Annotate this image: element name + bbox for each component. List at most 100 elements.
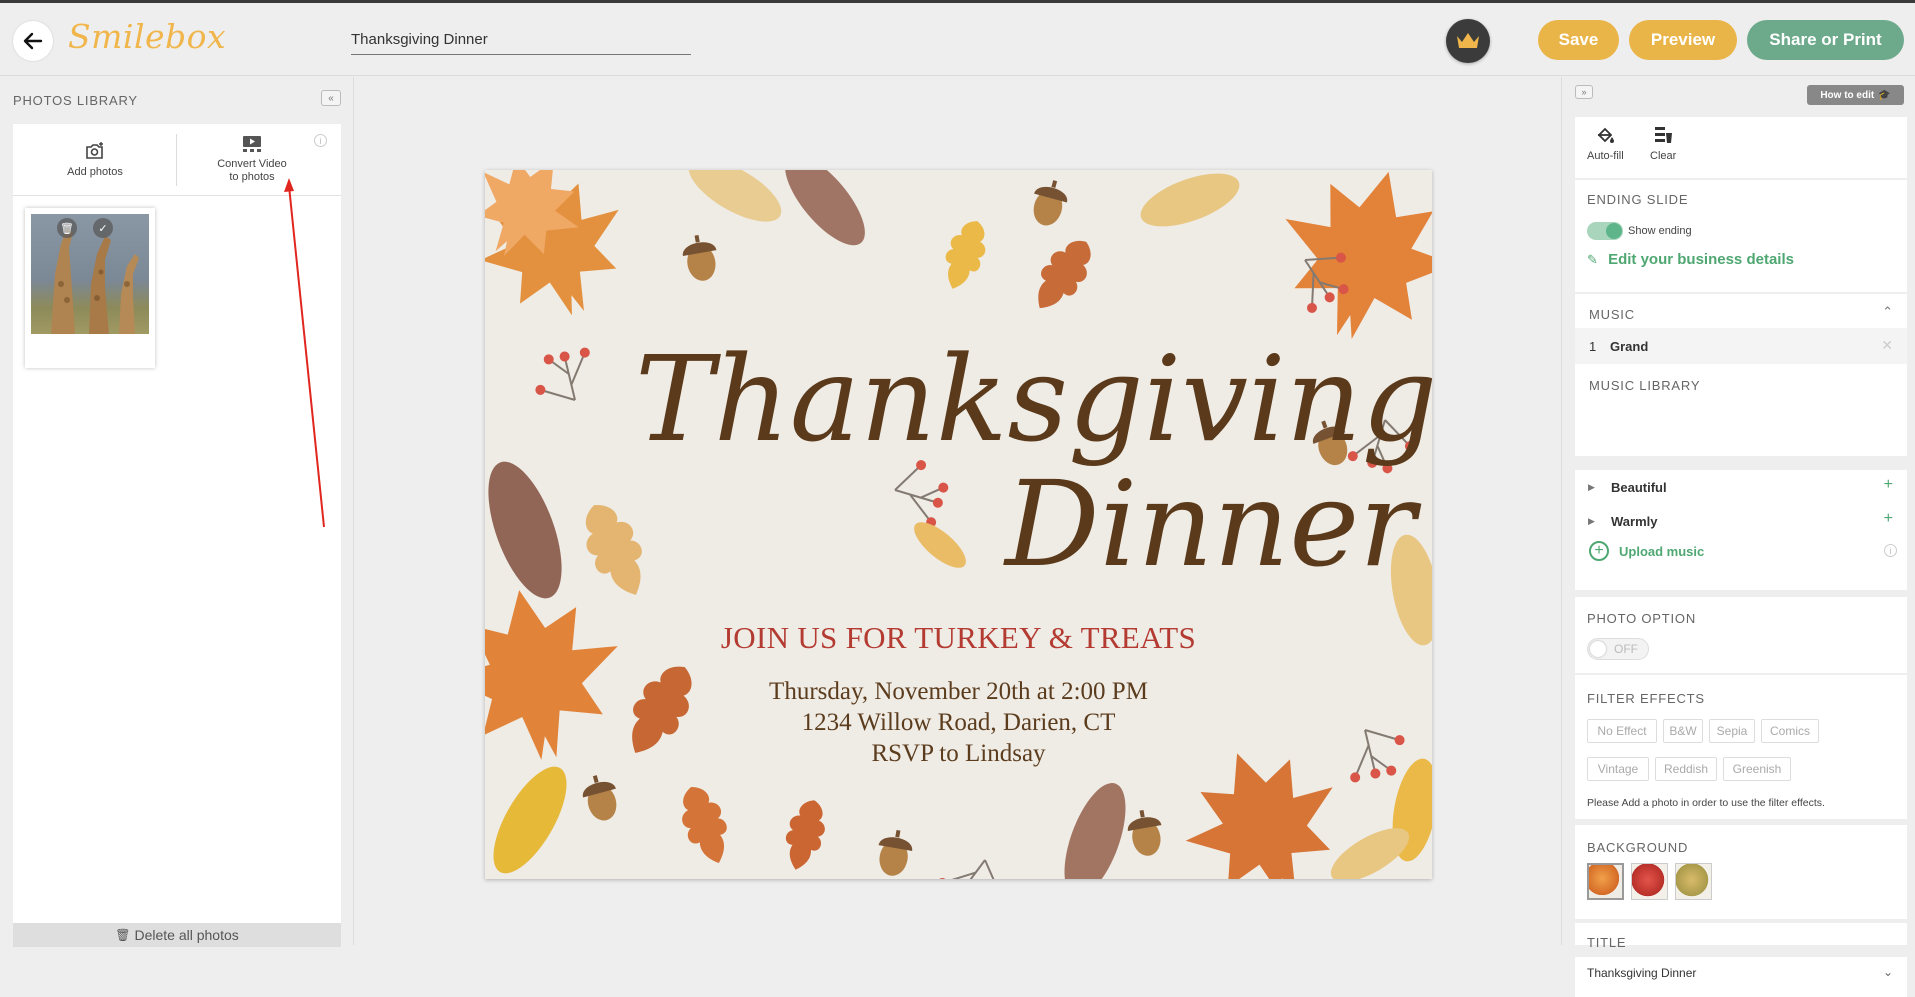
- card-join-text[interactable]: JOIN US FOR TURKEY & TREATS: [485, 620, 1432, 656]
- toggle-knob: [1590, 641, 1606, 657]
- upload-plus-circle-icon: +: [1589, 541, 1609, 561]
- card-script-title-1[interactable]: Thanksgiving: [635, 330, 1432, 468]
- filter-bw-chip[interactable]: B&W: [1663, 719, 1703, 743]
- giraffe-photo: [31, 214, 149, 334]
- double-chevron-left-icon: «: [328, 92, 334, 104]
- toggle-knob: [1606, 223, 1622, 239]
- card-rsvp-text[interactable]: RSVP to Lindsay: [485, 740, 1432, 768]
- edit-panel: » How to edit 🎓 Auto-fill Clear ENDING S…: [1561, 77, 1915, 997]
- filter-vintage-chip[interactable]: Vintage: [1587, 757, 1649, 781]
- back-arrow-icon: [23, 32, 43, 50]
- auto-fill-button[interactable]: Auto-fill: [1587, 125, 1624, 162]
- clear-list-icon: [1655, 127, 1673, 143]
- library-divider: [13, 195, 341, 196]
- edit-business-details-link[interactable]: ✎ Edit your business details: [1587, 251, 1794, 268]
- play-triangle-icon[interactable]: ▶: [1588, 516, 1595, 527]
- smilebox-logo[interactable]: Smilebox: [68, 17, 226, 56]
- add-photos-label: Add photos: [67, 165, 123, 178]
- checkmark-icon: ✓: [98, 222, 108, 235]
- convert-video-label-line1: Convert Video: [217, 158, 287, 170]
- graduation-cap-icon: 🎓: [1878, 89, 1891, 101]
- filter-reddish-chip[interactable]: Reddish: [1655, 757, 1717, 781]
- title-field[interactable]: Thanksgiving Dinner ⌄: [1575, 957, 1907, 997]
- filter-sepia-chip[interactable]: Sepia: [1709, 719, 1755, 743]
- music-library-heading: MUSIC LIBRARY: [1589, 378, 1701, 393]
- crown-icon: [1457, 33, 1479, 48]
- background-swatch-orange-leaves[interactable]: [1587, 863, 1624, 900]
- how-to-edit-button[interactable]: How to edit 🎓: [1807, 85, 1904, 105]
- card-address-text[interactable]: 1234 Willow Road, Darien, CT: [485, 709, 1432, 737]
- show-ending-toggle[interactable]: [1587, 222, 1623, 240]
- preview-button[interactable]: Preview: [1629, 20, 1737, 60]
- music-section: MUSIC ⌃ 1 Grand ✕ MUSIC LIBRARY: [1575, 294, 1907, 456]
- photo-thumbnail[interactable]: 🗑 ✓: [25, 208, 155, 368]
- upload-info-icon[interactable]: i: [1884, 544, 1897, 557]
- remove-track-icon[interactable]: ✕: [1881, 337, 1893, 354]
- collapse-music-chevron-icon[interactable]: ⌃: [1882, 304, 1893, 320]
- background-swatch-red-leaves[interactable]: [1631, 863, 1668, 900]
- photos-library-title: PHOTOS LIBRARY: [13, 93, 138, 108]
- edit-business-details-label: Edit your business details: [1608, 251, 1794, 268]
- music-track-index: 1: [1589, 339, 1597, 354]
- add-music-plus-icon[interactable]: +: [1884, 510, 1893, 528]
- delete-photo-button[interactable]: 🗑: [57, 218, 77, 238]
- title-field-chevron-icon[interactable]: ⌄: [1883, 965, 1893, 979]
- filter-effects-section: FILTER EFFECTS No Effect B&W Sepia Comic…: [1575, 675, 1907, 819]
- trash-icon: 🗑: [60, 222, 74, 235]
- music-library-item-name: Beautiful: [1611, 480, 1667, 495]
- filter-no-effect-chip[interactable]: No Effect: [1587, 719, 1657, 743]
- auto-fill-label: Auto-fill: [1587, 150, 1624, 162]
- photos-library-panel: PHOTOS LIBRARY « Add photos Convert Vide…: [0, 77, 354, 947]
- trash-icon: 🗑: [115, 928, 131, 942]
- music-track-row[interactable]: 1 Grand ✕: [1575, 328, 1907, 364]
- background-heading: BACKGROUND: [1587, 840, 1689, 855]
- select-photo-button[interactable]: ✓: [93, 218, 113, 238]
- top-bar: Smilebox Save Preview Share or Print: [0, 3, 1915, 76]
- back-button[interactable]: [13, 21, 53, 61]
- photo-option-heading: PHOTO OPTION: [1587, 611, 1697, 626]
- filter-effects-heading: FILTER EFFECTS: [1587, 691, 1705, 706]
- paint-bucket-icon: [1598, 127, 1615, 143]
- photo-option-toggle[interactable]: OFF: [1587, 638, 1649, 660]
- add-photos-button[interactable]: Add photos: [13, 124, 177, 195]
- music-heading: MUSIC: [1589, 307, 1635, 322]
- premium-crown-button[interactable]: [1446, 19, 1490, 63]
- music-library-item[interactable]: ▶ Beautiful +: [1575, 470, 1907, 504]
- upload-music-button[interactable]: + Upload music: [1589, 540, 1704, 562]
- convert-video-label-line2: to photos: [229, 171, 275, 183]
- double-chevron-right-icon: »: [1581, 87, 1587, 97]
- delete-all-label: Delete all photos: [134, 927, 239, 943]
- filter-comics-chip[interactable]: Comics: [1761, 719, 1819, 743]
- photo-option-section: PHOTO OPTION OFF: [1575, 597, 1907, 673]
- card-date-text[interactable]: Thursday, November 20th at 2:00 PM: [485, 678, 1432, 706]
- convert-video-button[interactable]: Convert Video to photos: [177, 124, 327, 195]
- pencil-icon: ✎: [1587, 252, 1598, 267]
- photo-option-toggle-label: OFF: [1614, 642, 1638, 656]
- ending-slide-section: ENDING SLIDE Show ending ✎ Edit your bus…: [1575, 180, 1907, 292]
- show-ending-label: Show ending: [1628, 225, 1692, 237]
- project-title-input[interactable]: [351, 25, 691, 55]
- tools-section: Auto-fill Clear: [1575, 117, 1907, 178]
- save-button[interactable]: Save: [1538, 20, 1619, 60]
- music-library-item-name: Warmly: [1611, 514, 1658, 529]
- title-section: TITLE: [1575, 923, 1907, 950]
- music-library-item[interactable]: ▶ Warmly +: [1575, 504, 1907, 538]
- delete-all-photos-button[interactable]: 🗑 Delete all photos: [13, 923, 341, 947]
- filter-greenish-chip[interactable]: Greenish: [1723, 757, 1791, 781]
- expand-right-panel-button[interactable]: »: [1575, 85, 1593, 99]
- clear-button[interactable]: Clear: [1650, 125, 1676, 162]
- play-triangle-icon[interactable]: ▶: [1588, 482, 1595, 493]
- how-to-edit-label: How to edit: [1820, 89, 1875, 101]
- share-or-print-button[interactable]: Share or Print: [1747, 20, 1904, 60]
- info-icon[interactable]: i: [314, 134, 327, 147]
- add-music-plus-icon[interactable]: +: [1884, 476, 1893, 494]
- add-photo-camera-icon: [86, 141, 103, 159]
- upload-music-label: Upload music: [1619, 543, 1705, 559]
- ending-slide-heading: ENDING SLIDE: [1587, 192, 1689, 207]
- card-script-title-2[interactable]: Dinner: [1003, 455, 1422, 593]
- background-swatch-gold-leaves[interactable]: [1675, 863, 1712, 900]
- collapse-left-panel-button[interactable]: «: [321, 90, 341, 106]
- music-track-name: Grand: [1610, 339, 1649, 354]
- card-canvas[interactable]: Thanksgiving Dinner JOIN US FOR TURKEY &…: [485, 170, 1432, 879]
- title-heading: TITLE: [1587, 935, 1627, 950]
